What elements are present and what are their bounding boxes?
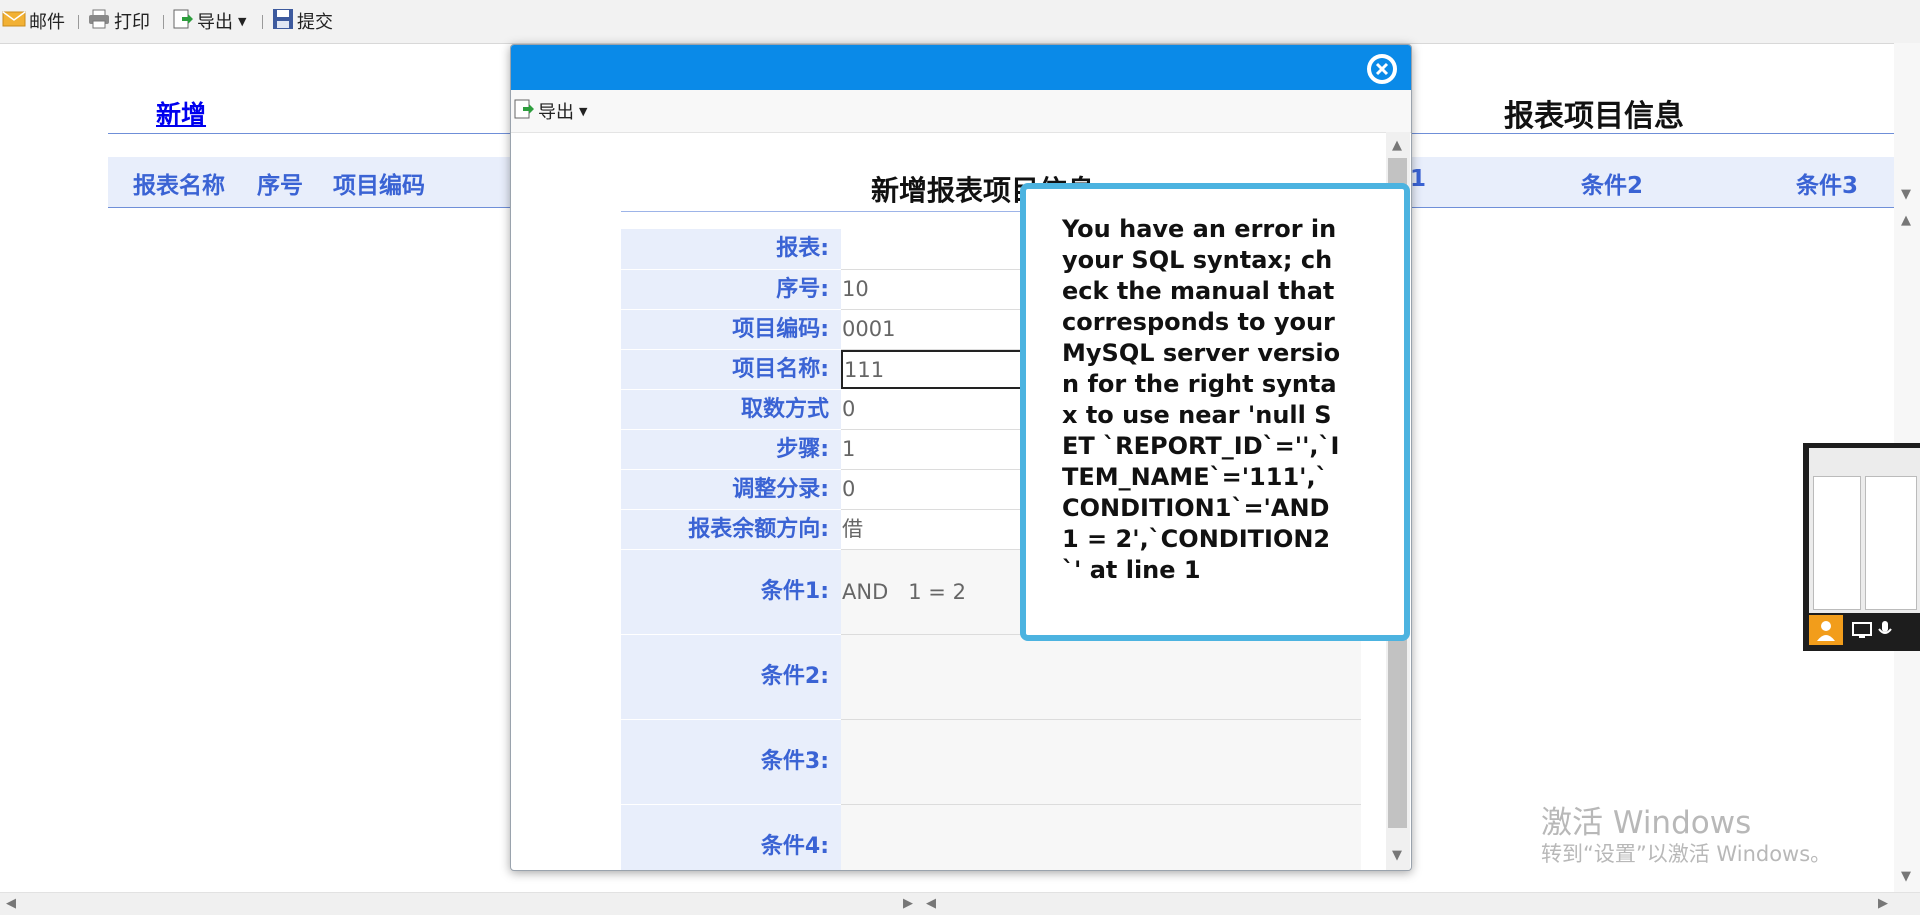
condition3-label: 条件3:	[621, 720, 841, 804]
column-header[interactable]: 报表名称	[133, 166, 225, 200]
dialog-titlebar[interactable]	[511, 45, 1411, 90]
condition4-label: 条件4:	[621, 805, 841, 870]
print-label: 打印	[114, 12, 150, 33]
report-label: 报表:	[621, 229, 841, 269]
error-message: You have an error in your SQL syntax; ch…	[1062, 215, 1341, 584]
export-button[interactable]: 导出 ▼	[172, 8, 246, 34]
step-label: 步骤:	[621, 430, 841, 469]
screen-share-icon[interactable]	[1851, 619, 1873, 645]
submit-button[interactable]: 提交	[272, 8, 333, 34]
page-title: 报表项目信息	[1504, 99, 1684, 134]
column-header[interactable]: 1	[1410, 166, 1426, 192]
dialog-toolbar: 导出 ▼	[511, 90, 1411, 133]
scroll-down-icon[interactable]: ▼	[1392, 848, 1402, 863]
adjust-entry-label: 调整分录:	[621, 470, 841, 509]
export-label: 导出	[197, 12, 233, 33]
condition4-field[interactable]	[841, 805, 1361, 870]
condition2-field[interactable]	[841, 635, 1361, 719]
user-icon[interactable]	[1809, 615, 1843, 645]
chevron-down-icon: ▼	[579, 104, 588, 118]
chevron-down-icon: ▼	[238, 14, 247, 28]
screen-share-thumbnail[interactable]	[1803, 443, 1920, 651]
close-icon	[1371, 58, 1393, 80]
error-tooltip: You have an error in your SQL syntax; ch…	[1020, 183, 1410, 641]
column-header[interactable]: 条件2	[1581, 166, 1643, 200]
item-name-label: 项目名称:	[621, 350, 841, 389]
top-toolbar: 邮件 打印 导出 ▼ 提交	[0, 0, 1920, 44]
condition3-field[interactable]	[841, 720, 1361, 804]
mail-button[interactable]: 邮件	[2, 8, 65, 34]
mail-icon	[2, 10, 26, 33]
column-header[interactable]: 条件3	[1796, 166, 1858, 200]
condition1-label: 条件1:	[621, 550, 841, 634]
activation-watermark: 激活 Windows	[1541, 805, 1752, 841]
fetch-method-label: 取数方式	[621, 390, 841, 429]
sequence-label: 序号:	[621, 270, 841, 309]
export-icon	[513, 98, 535, 125]
mail-label: 邮件	[29, 12, 65, 33]
submit-label: 提交	[297, 12, 333, 33]
scroll-up-icon[interactable]: ▲	[1392, 138, 1402, 153]
new-link[interactable]: 新增	[156, 95, 206, 131]
scroll-right-icon[interactable]: ▶	[1878, 896, 1888, 911]
condition2-label: 条件2:	[621, 635, 841, 719]
microphone-icon[interactable]	[1877, 619, 1893, 645]
thumbnail-slide	[1865, 476, 1917, 610]
save-icon	[272, 8, 294, 35]
column-header[interactable]: 序号	[257, 166, 303, 200]
item-code-label: 项目编码:	[621, 310, 841, 349]
scroll-left-icon[interactable]: ◀	[926, 896, 936, 911]
print-button[interactable]: 打印	[87, 8, 150, 34]
export-icon	[172, 8, 194, 35]
dialog-export-label: 导出	[538, 102, 574, 123]
column-header[interactable]: 项目编码	[333, 166, 425, 200]
thumbnail-slide-list	[1813, 476, 1861, 610]
balance-direction-label: 报表余额方向:	[621, 510, 841, 549]
activation-watermark-subtext: 转到“设置”以激活 Windows。	[1541, 842, 1832, 866]
scroll-down-icon[interactable]: ▼	[1901, 869, 1911, 884]
page-horizontal-scrollbar[interactable]: ◀ ▶ ◀ ▶	[0, 892, 1920, 915]
toolbar-divider	[163, 15, 164, 29]
scroll-right-icon[interactable]: ▶	[903, 896, 913, 911]
scroll-left-icon[interactable]: ◀	[6, 896, 16, 911]
dialog-export-button[interactable]: 导出 ▼	[513, 98, 587, 124]
close-button[interactable]	[1367, 54, 1397, 84]
toolbar-divider	[78, 15, 79, 29]
scroll-up-icon[interactable]: ▲	[1901, 213, 1911, 228]
printer-icon	[87, 9, 111, 34]
toolbar-divider	[262, 15, 263, 29]
scroll-down-icon[interactable]: ▼	[1901, 187, 1911, 202]
thumbnail-preview	[1809, 448, 1920, 613]
